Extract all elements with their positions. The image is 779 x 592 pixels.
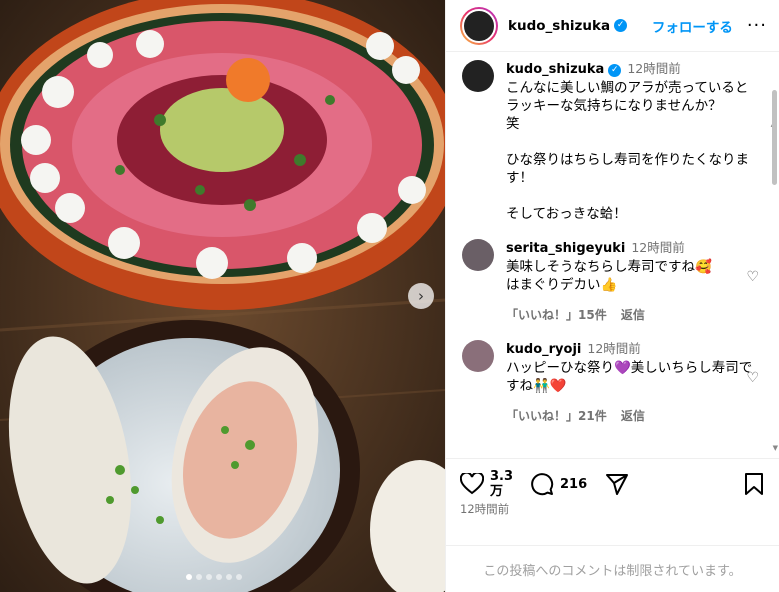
comment-username[interactable]: kudo_ryoji <box>506 342 581 357</box>
like-count-number: 3.3 <box>490 469 514 484</box>
carousel-dot <box>186 574 192 580</box>
carousel-next-button[interactable]: › <box>408 283 434 309</box>
carousel-dot <box>216 574 222 580</box>
carousel-dot <box>226 574 232 580</box>
comment-time: 12時間前 <box>587 341 641 356</box>
reply-button[interactable]: 返信 <box>621 308 645 322</box>
verified-icon: ✓ <box>614 19 628 32</box>
caption: kudo_shizuka ✓ 12時間前 こんなに美しい鯛のアラが売っているとラッキ… <box>462 60 759 223</box>
more-icon[interactable]: ··· <box>747 15 767 36</box>
comment-time: 12時間前 <box>631 240 685 255</box>
post-header: kudo_shizuka ✓ フォローする ··· <box>446 0 779 52</box>
avatar <box>462 8 496 43</box>
caption-time: 12時間前 <box>627 61 681 76</box>
carousel-dots <box>186 574 242 580</box>
post-side-panel: kudo_shizuka ✓ フォローする ··· kudo_shizuka ✓ 1… <box>445 0 779 592</box>
comment-icon[interactable] <box>530 472 554 496</box>
carousel-dot <box>196 574 202 580</box>
comment-count[interactable]: 216 <box>560 477 587 492</box>
save-icon[interactable] <box>743 472 765 496</box>
like-count[interactable]: 3.3 万 <box>490 469 514 499</box>
post-photo[interactable]: › <box>0 0 445 592</box>
heart-icon[interactable] <box>460 473 484 495</box>
avatar[interactable] <box>462 340 494 372</box>
verified-icon: ✓ <box>608 64 622 77</box>
comment-text: ハッピーひな祭り💜美しいちらし寿司ですね👬❤️ <box>506 360 753 394</box>
post-actions: 3.3 万 216 12時間前 <box>446 458 779 548</box>
sushi-photo-illustration <box>0 0 445 592</box>
author-username[interactable]: kudo_shizuka <box>508 18 610 34</box>
caption-username[interactable]: kudo_shizuka <box>506 62 604 77</box>
avatar[interactable] <box>462 239 494 271</box>
comment-likes[interactable]: 「いいね！」15件 <box>506 308 607 322</box>
author-avatar-ring[interactable] <box>460 6 498 45</box>
share-icon[interactable] <box>605 472 629 496</box>
caption-text: こんなに美しい鯛のアラが売っているとラッキーな気持ちになりませんか？ 笑 ひな祭… <box>506 80 749 222</box>
reply-button[interactable]: 返信 <box>621 409 645 423</box>
scroll-thumb[interactable] <box>772 90 777 185</box>
like-count-unit: 万 <box>490 484 504 499</box>
carousel-dot <box>236 574 242 580</box>
scroll-down-icon[interactable]: ▼ <box>773 444 778 452</box>
comments-list[interactable]: kudo_shizuka ✓ 12時間前 こんなに美しい鯛のアラが売っているとラッキ… <box>446 60 769 440</box>
carousel-dot <box>206 574 212 580</box>
list-item: kudo_ryoji 12時間前 ハッピーひな祭り💜美しいちらし寿司ですね👬❤️ … <box>462 340 759 425</box>
comments-scrollbar[interactable]: ▲ <box>771 60 777 450</box>
avatar[interactable] <box>462 60 494 92</box>
comment-username[interactable]: serita_shigeyuki <box>506 241 625 256</box>
comment-text: 美味しそうなちらし寿司ですね🥰 はまぐりデカい👍 <box>506 259 712 293</box>
follow-button[interactable]: フォローする <box>652 16 733 36</box>
comments-restricted-notice: この投稿へのコメントは制限されています。 <box>446 545 779 592</box>
comment-likes[interactable]: 「いいね！」21件 <box>506 409 607 423</box>
heart-icon[interactable]: ♡ <box>746 269 759 285</box>
chevron-right-icon: › <box>418 287 424 305</box>
post-timestamp: 12時間前 <box>460 502 510 516</box>
list-item: serita_shigeyuki 12時間前 美味しそうなちらし寿司ですね🥰 はま… <box>462 239 759 324</box>
heart-icon[interactable]: ♡ <box>746 370 759 386</box>
